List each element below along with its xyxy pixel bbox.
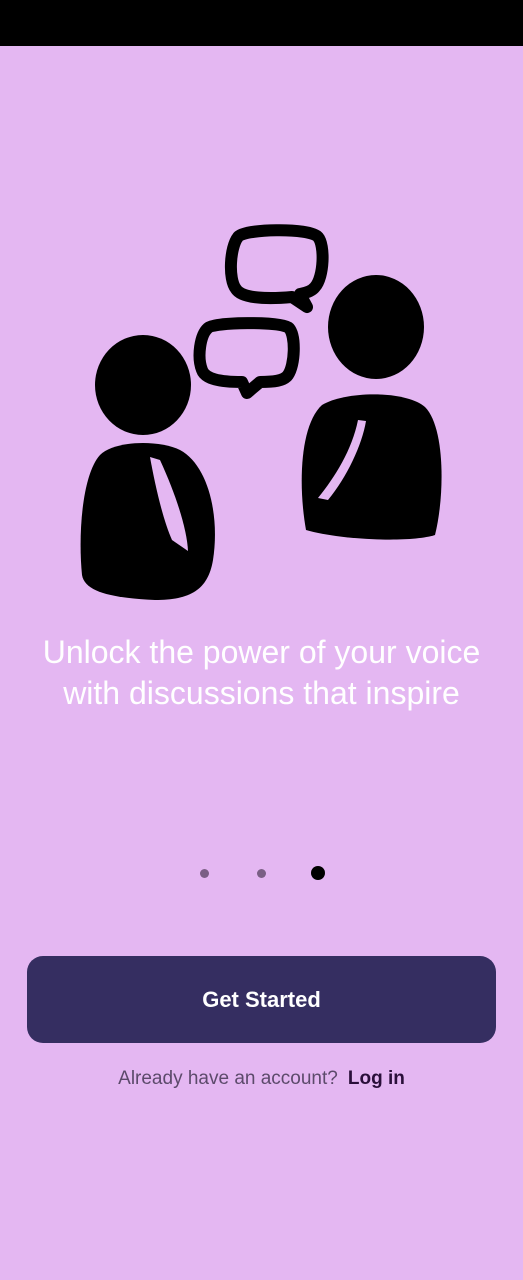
page-dot-3-active[interactable] [311, 866, 325, 880]
get-started-button[interactable]: Get Started [27, 956, 496, 1043]
onboarding-headline: Unlock the power of your voice with disc… [42, 634, 481, 711]
login-prompt: Already have an account? [118, 1068, 338, 1089]
status-bar [0, 0, 523, 46]
login-row: Already have an account? Log in [0, 1066, 523, 1092]
page-indicator [0, 864, 523, 884]
two-people-talking-icon [60, 215, 470, 615]
login-link[interactable]: Log in [348, 1068, 405, 1089]
page-dot-1[interactable] [200, 869, 209, 878]
page-dot-2[interactable] [257, 869, 266, 878]
